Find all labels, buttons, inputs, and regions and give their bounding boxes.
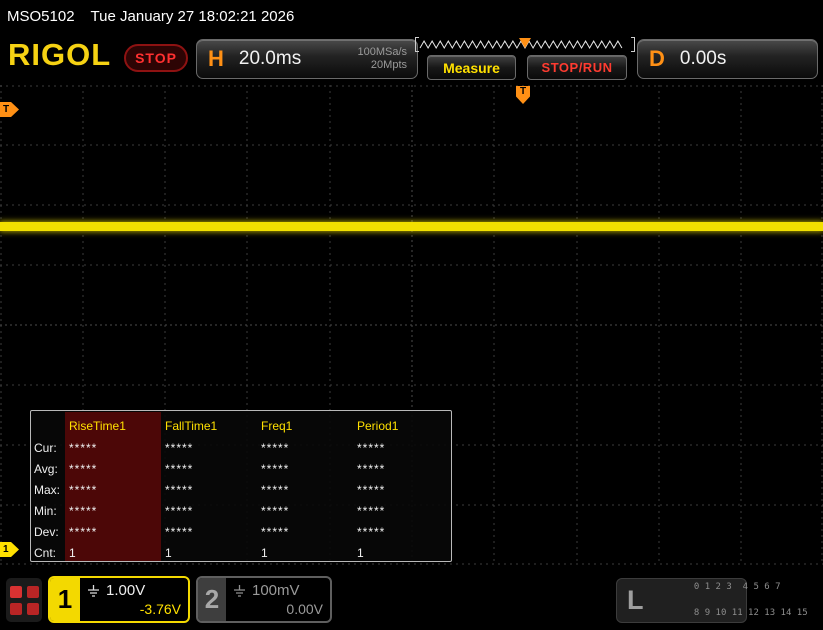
- earth-ground-icon: [87, 585, 100, 597]
- menu-square: [10, 586, 22, 598]
- memory-position-bar: [415, 36, 635, 52]
- channel1-offset: -3.76V: [87, 601, 181, 617]
- measure-button[interactable]: Measure: [427, 55, 516, 80]
- menu-square: [10, 603, 22, 615]
- channel1-status-box[interactable]: 1 1.00V -3.76V: [48, 576, 190, 623]
- meas-col-header: RiseTime1: [65, 415, 161, 438]
- channel2-offset: 0.00V: [233, 601, 323, 617]
- meas-value: 1: [257, 543, 353, 564]
- memory-depth: 20Mpts: [371, 59, 407, 71]
- meas-value: *****: [65, 522, 161, 543]
- channel1-number: 1: [50, 578, 80, 621]
- meas-value: 1: [353, 543, 449, 564]
- meas-value: *****: [161, 459, 257, 480]
- horizontal-label: H: [208, 46, 224, 72]
- meas-col-header: FallTime1: [161, 415, 257, 438]
- rigol-logo: RIGOL: [8, 37, 111, 73]
- ch1-waveform-trace: [0, 222, 823, 231]
- meas-value: *****: [257, 438, 353, 459]
- meas-value: *****: [353, 438, 449, 459]
- meas-col-header: Period1: [353, 415, 449, 438]
- meas-row-label: Dev:: [31, 522, 65, 543]
- meas-value: *****: [353, 501, 449, 522]
- acquisition-rates: 100MSa/s 20Mpts: [357, 46, 407, 72]
- meas-value: 1: [65, 543, 161, 564]
- channel1-scale: 1.00V: [106, 582, 145, 599]
- delay-box[interactable]: D 0.00s: [637, 39, 818, 79]
- menu-square: [27, 586, 39, 598]
- titlebar: MSO5102 Tue January 27 18:02:21 2026: [0, 0, 823, 33]
- meas-value: *****: [161, 438, 257, 459]
- horizontal-timebase-box[interactable]: H 20.0ms 100MSa/s 20Mpts: [196, 39, 418, 79]
- meas-value: *****: [257, 459, 353, 480]
- meas-col-header: Freq1: [257, 415, 353, 438]
- meas-row-label: Cnt:: [31, 543, 65, 564]
- logic-label: L: [627, 585, 644, 616]
- meas-row-label: Cur:: [31, 438, 65, 459]
- logic-row2: 8 9 10 11 12 13 14 15: [694, 608, 808, 618]
- meas-value: *****: [65, 501, 161, 522]
- logic-channels-box[interactable]: L 0 1 2 3 4 5 6 7 8 9 10 11 12 13 14 15: [616, 578, 747, 623]
- stop-run-button[interactable]: STOP/RUN: [527, 55, 627, 80]
- meas-value: *****: [65, 459, 161, 480]
- channel2-scale: 100mV: [252, 582, 300, 599]
- meas-corner: [31, 415, 65, 438]
- logic-channel-numbers: 0 1 2 3 4 5 6 7 8 9 10 11 12 13 14 15: [651, 568, 808, 630]
- meas-value: *****: [257, 522, 353, 543]
- meas-value: *****: [257, 501, 353, 522]
- meas-row-label: Avg:: [31, 459, 65, 480]
- meas-value: *****: [353, 522, 449, 543]
- logic-row1: 0 1 2 3 4 5 6 7: [694, 582, 781, 592]
- timebase-value: 20.0ms: [239, 48, 301, 70]
- delay-label: D: [649, 46, 665, 72]
- meas-value: *****: [161, 501, 257, 522]
- datetime: Tue January 27 18:02:21 2026: [91, 8, 295, 25]
- meas-value: *****: [65, 480, 161, 501]
- grid-menu-icon[interactable]: [6, 578, 42, 622]
- bottom-bar: 1 1.00V -3.76V 2 100mV: [0, 570, 823, 630]
- model-name: MSO5102: [7, 8, 75, 25]
- meas-value: *****: [257, 480, 353, 501]
- earth-ground-icon: [233, 585, 246, 597]
- meas-value: *****: [353, 459, 449, 480]
- measurement-table[interactable]: RiseTime1 FallTime1 Freq1 Period1 Cur: *…: [30, 410, 452, 562]
- meas-value: *****: [353, 480, 449, 501]
- menu-square: [27, 603, 39, 615]
- membar-right-bracket: [631, 37, 635, 52]
- delay-value: 0.00s: [680, 48, 726, 70]
- channel2-status-box[interactable]: 2 100mV 0.00V: [196, 576, 332, 623]
- meas-value: *****: [65, 438, 161, 459]
- meas-value: 1: [161, 543, 257, 564]
- meas-row-label: Max:: [31, 480, 65, 501]
- meas-value: *****: [161, 480, 257, 501]
- measurement-grid: RiseTime1 FallTime1 Freq1 Period1 Cur: *…: [31, 411, 451, 564]
- oscilloscope-screen: MSO5102 Tue January 27 18:02:21 2026 RIG…: [0, 0, 823, 630]
- meas-row-label: Min:: [31, 501, 65, 522]
- channel2-number: 2: [198, 578, 226, 621]
- sample-rate: 100MSa/s: [357, 46, 407, 58]
- run-state-badge: STOP: [124, 44, 188, 72]
- meas-value: *****: [161, 522, 257, 543]
